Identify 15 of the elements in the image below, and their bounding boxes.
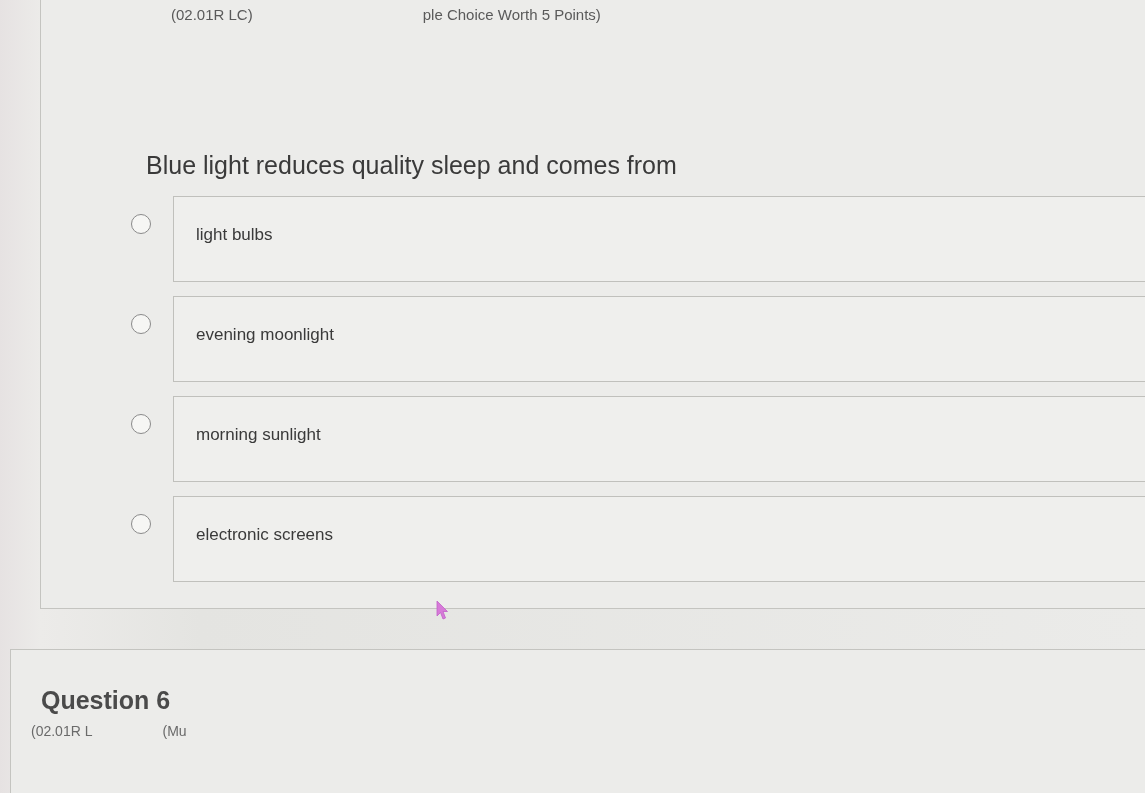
question-prompt: Blue light reduces quality sleep and comes from	[146, 151, 678, 180]
question-worth: (Mu	[162, 723, 187, 739]
question-code: (02.01R LC)	[171, 6, 253, 23]
radio-button[interactable]	[131, 514, 151, 534]
radio-button[interactable]	[131, 314, 151, 334]
question-code: (02.01R L	[31, 723, 93, 739]
question-worth: ple Choice Worth 5 Points)	[422, 6, 601, 23]
answer-option[interactable]: electronic screens	[173, 496, 1145, 582]
radio-button[interactable]	[131, 414, 151, 434]
question-title: Question 6	[40, 686, 172, 715]
mouse-pointer-icon	[436, 600, 448, 620]
answer-option[interactable]: light bulbs	[173, 196, 1145, 282]
answer-option[interactable]: evening moonlight	[173, 296, 1145, 382]
radio-button[interactable]	[131, 214, 151, 234]
answer-option[interactable]: morning sunlight	[173, 396, 1145, 482]
